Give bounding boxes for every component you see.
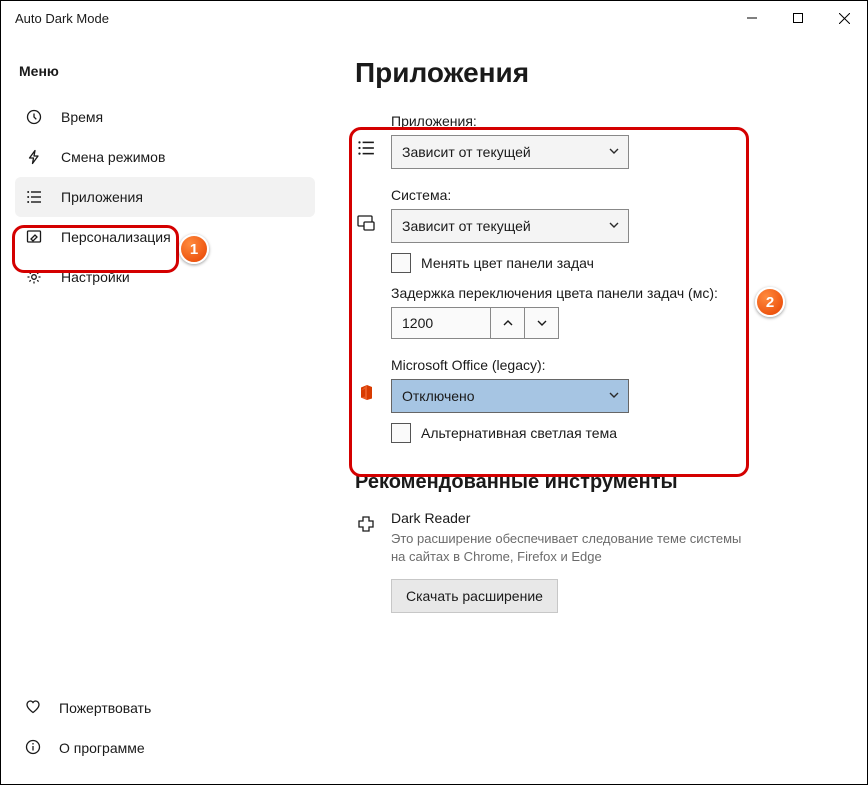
select-value: Зависит от текущей: [402, 144, 531, 160]
office-select[interactable]: Отключено: [391, 379, 629, 413]
system-label: Система:: [391, 187, 843, 203]
checkbox-label: Менять цвет панели задач: [421, 255, 594, 271]
maximize-button[interactable]: [775, 1, 821, 35]
tools-heading: Рекомендованные инструменты: [355, 471, 843, 494]
sidebar: Меню Время Смена режимов: [1, 35, 331, 784]
clock-icon: [25, 109, 43, 125]
info-icon: [25, 739, 41, 758]
step-up-button[interactable]: [491, 307, 525, 339]
apps-list-icon: [25, 189, 43, 205]
body: Меню Время Смена режимов: [1, 35, 867, 784]
alt-light-theme-checkbox-row: Альтернативная светлая тема: [391, 423, 843, 443]
step-down-button[interactable]: [525, 307, 559, 339]
window-title: Auto Dark Mode: [15, 11, 109, 26]
sidebar-item-label: Приложения: [61, 189, 143, 205]
alt-light-theme-checkbox[interactable]: [391, 423, 411, 443]
office-icon: [355, 357, 377, 403]
gear-icon: [25, 269, 43, 285]
apps-select[interactable]: Зависит от текущей: [391, 135, 629, 169]
extension-icon: [355, 510, 377, 534]
sidebar-item-apps[interactable]: Приложения: [15, 177, 315, 217]
content: Приложения Приложения: Зависит от текуще…: [331, 35, 867, 784]
select-value: Отключено: [402, 388, 475, 404]
sidebar-item-label: Настройки: [61, 269, 130, 285]
chevron-down-icon: [608, 388, 620, 404]
titlebar: Auto Dark Mode: [1, 1, 867, 35]
tool-description: Это расширение обеспечивает следование т…: [391, 530, 751, 565]
settings-block: Приложения: Зависит от текущей: [355, 113, 843, 443]
minimize-button[interactable]: [729, 1, 775, 35]
window: Auto Dark Mode Меню Время: [0, 0, 868, 785]
sidebar-item-about[interactable]: О программе: [15, 728, 317, 768]
select-value: Зависит от текущей: [402, 218, 531, 234]
apps-field: Приложения: Зависит от текущей: [355, 113, 843, 169]
page-title: Приложения: [355, 57, 843, 89]
office-field: Microsoft Office (legacy): Отключено Аль…: [355, 357, 843, 443]
sidebar-item-label: О программе: [59, 740, 145, 756]
close-button[interactable]: [821, 1, 867, 35]
office-label: Microsoft Office (legacy):: [391, 357, 843, 373]
sidebar-item-time[interactable]: Время: [15, 97, 315, 137]
sidebar-item-donate[interactable]: Пожертвовать: [15, 688, 317, 728]
annotation-badge-1: 1: [179, 234, 209, 264]
apps-label: Приложения:: [391, 113, 843, 129]
apps-list-icon: [355, 113, 377, 157]
download-extension-button[interactable]: Скачать расширение: [391, 579, 558, 613]
checkbox-label: Альтернативная светлая тема: [421, 425, 617, 441]
sidebar-item-label: Смена режимов: [61, 149, 165, 165]
sidebar-item-label: Персонализация: [61, 229, 171, 245]
sidebar-item-settings[interactable]: Настройки: [15, 257, 315, 297]
sidebar-item-switch-modes[interactable]: Смена режимов: [15, 137, 315, 177]
delay-value-input[interactable]: 1200: [391, 307, 491, 339]
tool-name: Dark Reader: [391, 510, 751, 526]
annotation-badge-2: 2: [755, 287, 785, 317]
sidebar-item-personalization[interactable]: Персонализация: [15, 217, 315, 257]
menu-heading: Меню: [1, 53, 331, 97]
nav: Время Смена режимов Приложения: [1, 97, 331, 297]
sidebar-item-label: Время: [61, 109, 103, 125]
monitor-icon: [355, 187, 377, 233]
chevron-down-icon: [608, 218, 620, 234]
spacer: [1, 297, 331, 688]
system-select[interactable]: Зависит от текущей: [391, 209, 629, 243]
taskbar-color-checkbox-row: Менять цвет панели задач: [391, 253, 843, 273]
heart-icon: [25, 699, 41, 718]
tool-dark-reader: Dark Reader Это расширение обеспечивает …: [355, 510, 843, 613]
chevron-down-icon: [608, 144, 620, 160]
taskbar-color-checkbox[interactable]: [391, 253, 411, 273]
edit-icon: [25, 229, 43, 245]
window-controls: [729, 1, 867, 35]
lightning-icon: [25, 149, 43, 165]
sidebar-bottom: Пожертвовать О программе: [1, 688, 331, 784]
sidebar-item-label: Пожертвовать: [59, 700, 151, 716]
